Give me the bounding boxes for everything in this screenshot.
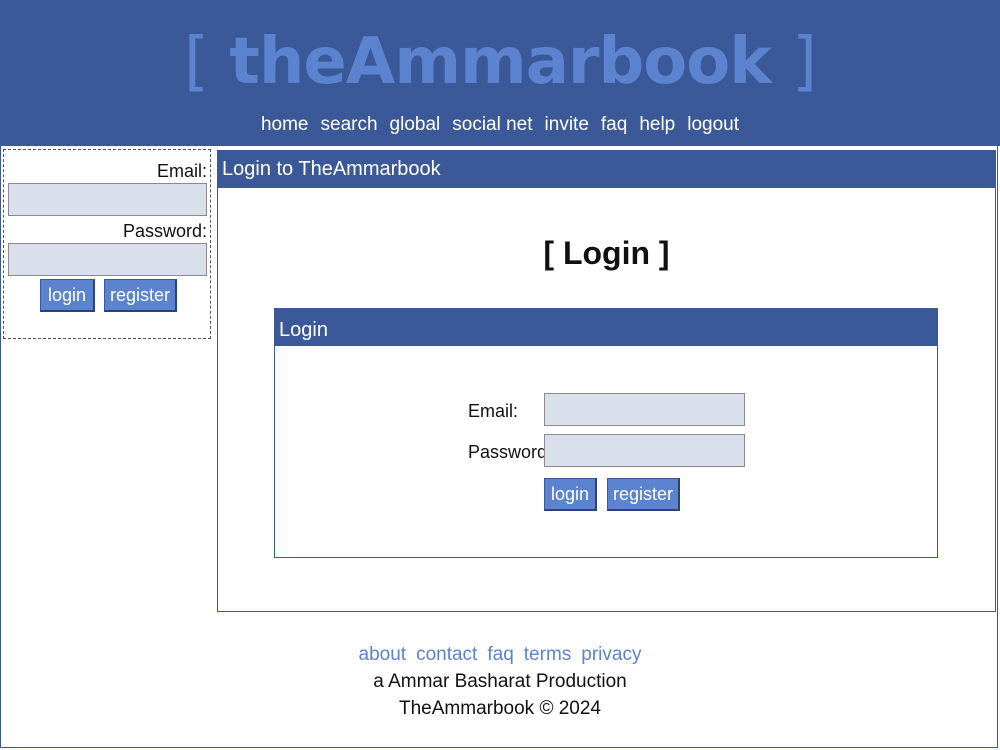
main-panel: Login to TheAmmarbook [ Login ] Login Em…: [217, 150, 996, 612]
site-logo[interactable]: [ theAmmarbook ]: [0, 22, 1000, 102]
footer-link-privacy[interactable]: privacy: [581, 644, 641, 665]
main-nav: home search global social net invite faq help l…: [0, 112, 1000, 138]
nav-faq[interactable]: faq: [601, 114, 627, 135]
footer-link-terms[interactable]: terms: [524, 644, 572, 665]
footer-link-about[interactable]: about: [359, 644, 407, 665]
nav-logout[interactable]: logout: [687, 114, 739, 135]
nav-search[interactable]: search: [321, 114, 378, 135]
sidebar-email-input[interactable]: [8, 183, 207, 216]
sidebar-login: Email: Password: login register: [3, 149, 211, 339]
email-field[interactable]: [544, 393, 745, 426]
sidebar-password-label: Password:: [122, 221, 207, 241]
footer-link-faq[interactable]: faq: [487, 644, 513, 665]
sidebar-password-input[interactable]: [8, 243, 207, 276]
footer-link-contact[interactable]: contact: [416, 644, 477, 665]
nav-home[interactable]: home: [261, 114, 309, 135]
nav-invite[interactable]: invite: [545, 114, 589, 135]
footer-credit: a Ammar Basharat Production: [373, 671, 627, 692]
sidebar-login-button[interactable]: login: [40, 279, 95, 312]
sidebar-register-button[interactable]: register: [104, 279, 177, 312]
sidebar-email-label: Email:: [156, 161, 207, 181]
login-box-title: Login: [275, 309, 937, 346]
password-label: Password:: [468, 442, 553, 462]
page-title: [ Login ]: [543, 235, 670, 271]
logo-bracket-open: [: [183, 25, 209, 99]
email-label: Email:: [468, 401, 519, 421]
logo-name: theAmmarbook: [229, 25, 772, 99]
nav-global[interactable]: global: [390, 114, 441, 135]
nav-help[interactable]: help: [639, 114, 675, 135]
logo-bracket-close: ]: [792, 25, 817, 99]
password-field[interactable]: [544, 434, 745, 467]
footer-copyright: TheAmmarbook © 2024: [399, 698, 601, 719]
site-header: [ theAmmarbook ] home search global social …: [0, 0, 1000, 146]
footer-links: about contact faq terms privacy: [0, 643, 1000, 667]
login-button[interactable]: login: [544, 478, 597, 511]
nav-social-net[interactable]: social net: [452, 114, 532, 135]
main-panel-title: Login to TheAmmarbook: [218, 151, 995, 188]
login-box: Login Email: Password: login register: [274, 308, 938, 558]
register-button[interactable]: register: [607, 478, 680, 511]
